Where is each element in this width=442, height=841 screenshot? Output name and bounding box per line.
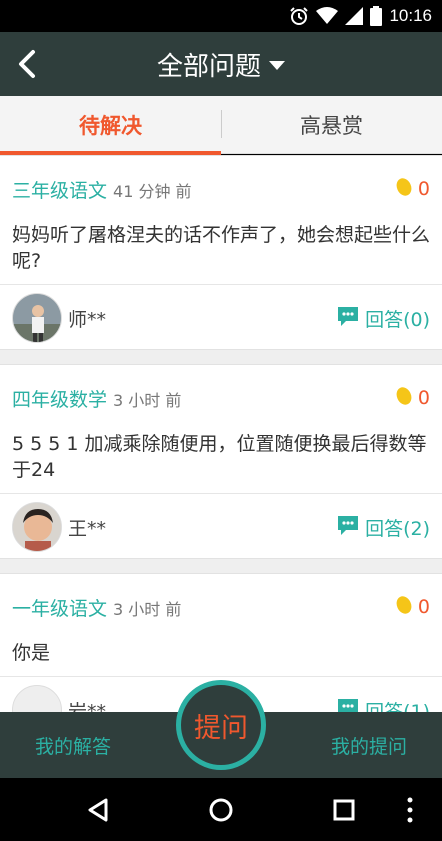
recents-square-icon[interactable] (326, 792, 362, 828)
my-questions-button[interactable]: 我的提问 (331, 712, 407, 778)
more-dots-icon[interactable] (400, 792, 420, 828)
tab-bar: 待解决 高悬赏 (0, 96, 442, 155)
answers-count: 回答(0) (365, 308, 430, 331)
battery-icon (370, 6, 383, 26)
avatar[interactable] (12, 685, 62, 712)
avatar[interactable] (12, 293, 62, 343)
username: 王** (68, 517, 107, 540)
system-nav-bar (0, 778, 442, 841)
answers-button[interactable]: 回答(0) (337, 285, 430, 351)
home-circle-icon[interactable] (203, 792, 239, 828)
comment-icon (337, 514, 359, 541)
question-card[interactable]: 三年级语文 41 分钟 前 0 妈妈听了屠格涅夫的话不作声了，她会想起些什么呢?… (0, 155, 442, 350)
question-card[interactable]: 四年级数学 3 小时 前 0 5 5 5 1 加减乘除随便用，位置随便换最后得数… (0, 364, 442, 559)
coin-icon (395, 385, 413, 411)
status-time: 10:16 (389, 6, 432, 25)
username: 岩** (68, 700, 107, 713)
question-subject: 一年级语文 (12, 598, 108, 620)
coin-icon (395, 594, 413, 620)
tab-high-reward[interactable]: 高悬赏 (221, 96, 442, 154)
username: 师** (68, 308, 107, 331)
reward-amount: 0 (417, 387, 430, 409)
question-text: 你是 (12, 642, 51, 664)
avatar[interactable] (12, 502, 62, 552)
answers-button[interactable]: 回答(2) (337, 494, 430, 560)
wifi-icon (316, 7, 339, 25)
status-bar: 10:16 (0, 0, 442, 32)
answers-button[interactable]: 回答(1) (337, 677, 430, 712)
dropdown-caret-icon (269, 60, 285, 70)
signal-icon (345, 7, 364, 25)
question-time: 3 小时 前 (113, 391, 182, 410)
comment-icon (337, 697, 359, 712)
alarm-icon (289, 6, 309, 26)
tab-unresolved[interactable]: 待解决 (0, 96, 221, 155)
question-time: 41 分钟 前 (113, 182, 192, 201)
question-time: 3 小时 前 (113, 600, 182, 619)
answers-count: 回答(1) (365, 700, 430, 713)
ask-question-button[interactable]: 提问 (176, 680, 266, 770)
question-text: 5 5 5 1 加减乘除随便用，位置随便换最后得数等于24 (12, 433, 427, 481)
question-subject: 三年级语文 (12, 180, 108, 202)
back-triangle-icon[interactable] (80, 792, 116, 828)
question-feed[interactable]: 三年级语文 41 分钟 前 0 妈妈听了屠格涅夫的话不作声了，她会想起些什么呢?… (0, 155, 442, 712)
comment-icon (337, 305, 359, 332)
question-text: 妈妈听了屠格涅夫的话不作声了，她会想起些什么呢? (12, 224, 431, 272)
reward-amount: 0 (417, 596, 430, 618)
question-subject: 四年级数学 (12, 389, 108, 411)
page-title: 全部问题 (156, 51, 261, 82)
coin-icon (395, 176, 413, 202)
category-dropdown[interactable]: 全部问题 (0, 32, 442, 96)
my-answers-button[interactable]: 我的解答 (35, 712, 111, 778)
reward-amount: 0 (417, 178, 430, 200)
answers-count: 回答(2) (365, 517, 430, 540)
app-bar: 全部问题 (0, 32, 442, 96)
